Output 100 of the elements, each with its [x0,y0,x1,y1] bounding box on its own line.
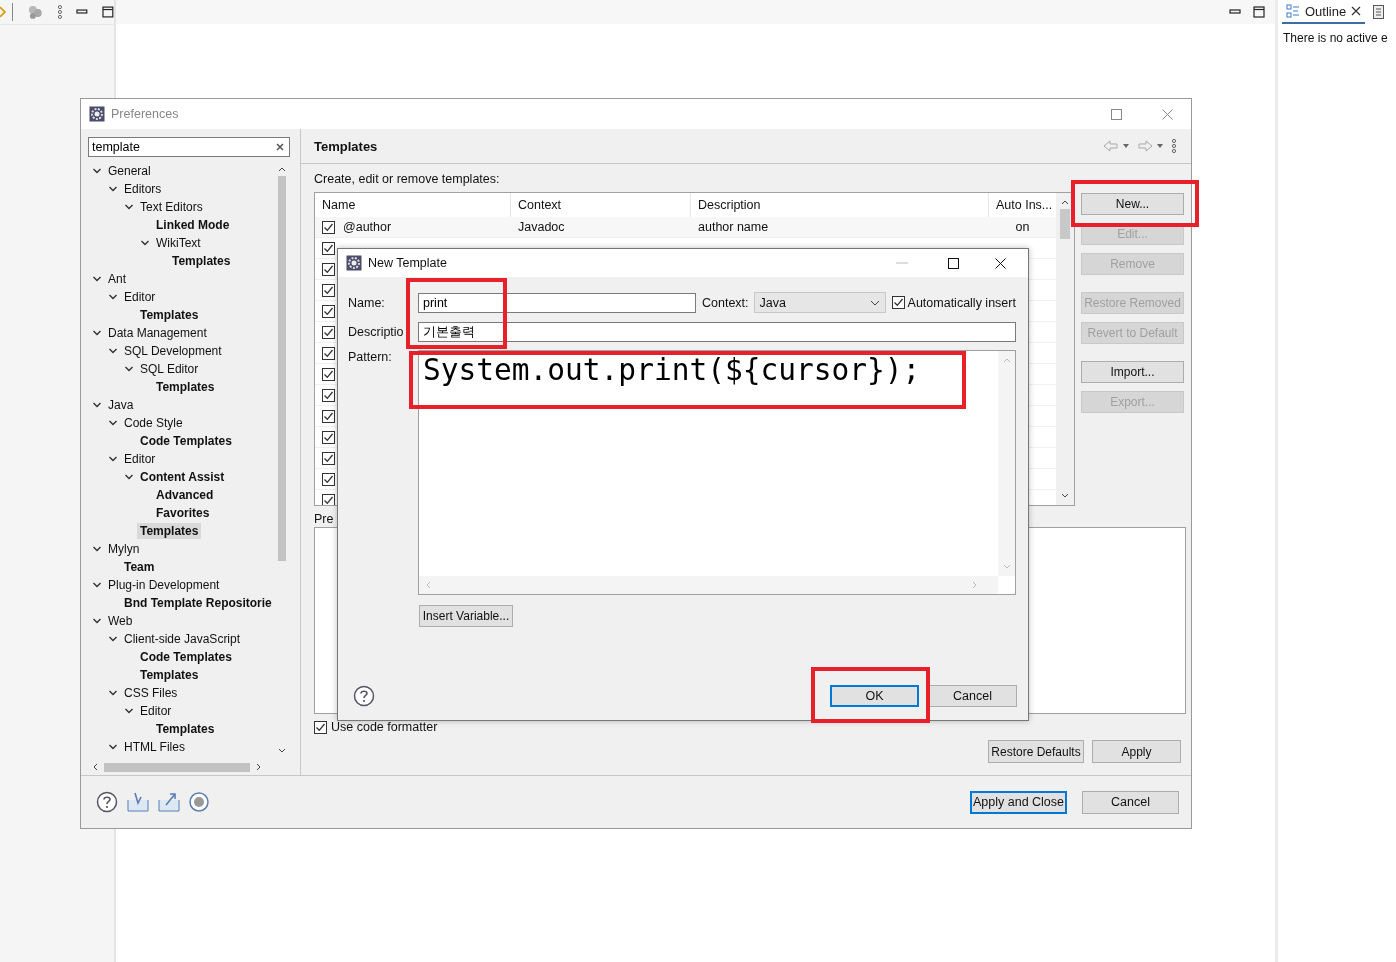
tree-item[interactable]: Templates [169,253,234,269]
chevron-icon[interactable] [108,688,118,698]
chevron-icon[interactable] [108,346,118,356]
clear-icon[interactable] [276,143,284,151]
maximize-icon[interactable] [1253,6,1265,18]
tree-item[interactable]: Templates [153,721,218,737]
tree-item[interactable]: Text Editors [137,199,206,215]
checkbox[interactable] [322,325,335,339]
tree-item[interactable]: Team [121,559,158,575]
tree-item[interactable]: Content Assist [137,469,228,485]
chevron-icon[interactable] [108,742,118,752]
document-icon[interactable] [1373,5,1385,19]
checkbox[interactable] [322,430,335,444]
tree-item[interactable]: Data Management [105,325,210,341]
tree-item[interactable]: Editor [121,289,159,305]
checkbox[interactable] [322,472,335,486]
minimize-icon[interactable] [76,9,89,15]
maximize-icon[interactable] [948,257,959,269]
tree-item[interactable]: Advanced [153,487,217,503]
checkbox[interactable] [322,451,335,465]
back-arrow-icon[interactable] [1103,140,1131,152]
scroll-down-icon[interactable] [278,748,286,754]
outline-tab[interactable]: Outline [1282,0,1366,24]
chevron-icon[interactable] [124,472,134,482]
description-field[interactable]: 기본출력 [418,322,1016,342]
tree-item[interactable]: General [105,163,154,179]
table-scrollbar[interactable] [1056,193,1074,505]
tree-item[interactable]: SQL Editor [137,361,202,377]
chevron-icon[interactable] [92,328,102,338]
page-button[interactable]: Apply [1092,740,1181,763]
checkbox[interactable] [314,720,327,734]
tree-item[interactable]: Bnd Template Repositorie [121,595,274,611]
checkbox[interactable] [891,296,905,309]
help-icon[interactable] [96,791,118,813]
checkbox[interactable] [322,304,335,318]
tree-item[interactable]: Client-side JavaScript [121,631,244,647]
dialog-button[interactable]: Cancel [928,685,1017,707]
checkbox[interactable] [322,493,335,505]
gears-icon[interactable] [26,4,43,20]
chevron-icon[interactable] [108,454,118,464]
checkbox[interactable] [322,241,335,255]
tree-item[interactable]: Templates [153,379,218,395]
tree-item[interactable]: Mylyn [105,541,143,557]
chevron-icon[interactable] [124,202,134,212]
footer-button[interactable]: Cancel [1082,790,1179,814]
tree-item[interactable]: Editor [121,451,159,467]
scroll-left-icon[interactable] [92,763,98,771]
help-icon[interactable] [353,685,375,707]
record-icon[interactable] [189,792,209,812]
page-button[interactable]: Restore Defaults [988,740,1084,763]
side-button[interactable]: Import... [1081,361,1184,383]
tree-item[interactable]: Editors [121,181,165,197]
name-field[interactable]: print [418,292,696,313]
maximize-icon[interactable] [102,6,115,18]
footer-button[interactable]: Apply and Close [970,790,1067,814]
tree-item[interactable]: Favorites [153,505,213,521]
tree-item[interactable]: CSS Files [121,685,181,701]
checkbox[interactable] [322,388,335,402]
checkbox[interactable] [322,409,335,423]
scroll-up-icon[interactable] [1061,199,1069,205]
chevron-icon[interactable] [124,706,134,716]
tree-item[interactable]: Templates [137,667,202,683]
insert-variable-button[interactable]: Insert Variable... [419,605,513,627]
view-menu-icon[interactable] [56,5,63,19]
chevron-icon[interactable] [92,274,102,284]
dialog-button[interactable]: OK [830,685,919,707]
chevron-icon[interactable] [108,292,118,302]
checkbox[interactable] [322,367,335,381]
close-icon[interactable] [995,257,1006,269]
tree-item[interactable]: Code Style [121,415,186,431]
column-header[interactable]: Auto Ins... [989,193,1056,217]
close-icon[interactable] [1351,6,1362,16]
tree-item[interactable]: Plug-in Development [105,577,223,593]
tree-item[interactable]: Java [105,397,137,413]
tree-item[interactable]: Code Templates [137,649,235,665]
scroll-down-icon[interactable] [1061,493,1069,499]
import-icon[interactable] [127,792,149,812]
chevron-icon[interactable] [124,364,134,374]
chevron-icon[interactable] [92,400,102,410]
chevron-icon[interactable] [108,184,118,194]
tree-item[interactable]: Web [105,613,136,629]
chevron-icon[interactable] [92,544,102,554]
scroll-thumb[interactable] [1060,209,1070,239]
tree-item[interactable]: HTML Files [121,739,188,755]
chevron-icon[interactable] [108,418,118,428]
checkbox[interactable] [322,220,335,234]
scroll-up-icon[interactable] [278,166,286,172]
side-button[interactable]: New... [1081,193,1184,215]
filter-field[interactable]: template [88,137,290,157]
minimize-icon[interactable] [1229,9,1241,15]
checkbox[interactable] [322,346,335,360]
context-dropdown[interactable]: Java [753,292,886,313]
scroll-right-icon[interactable] [256,763,262,771]
tree-item[interactable]: Templates [137,523,202,539]
forward-arrow-icon[interactable] [1137,140,1165,152]
tree-item[interactable]: SQL Development [121,343,225,359]
tree-item[interactable]: Editor [137,703,175,719]
chevron-icon[interactable] [140,238,150,248]
tree-item[interactable]: Linked Mode [153,217,233,233]
chevron-icon[interactable] [108,634,118,644]
